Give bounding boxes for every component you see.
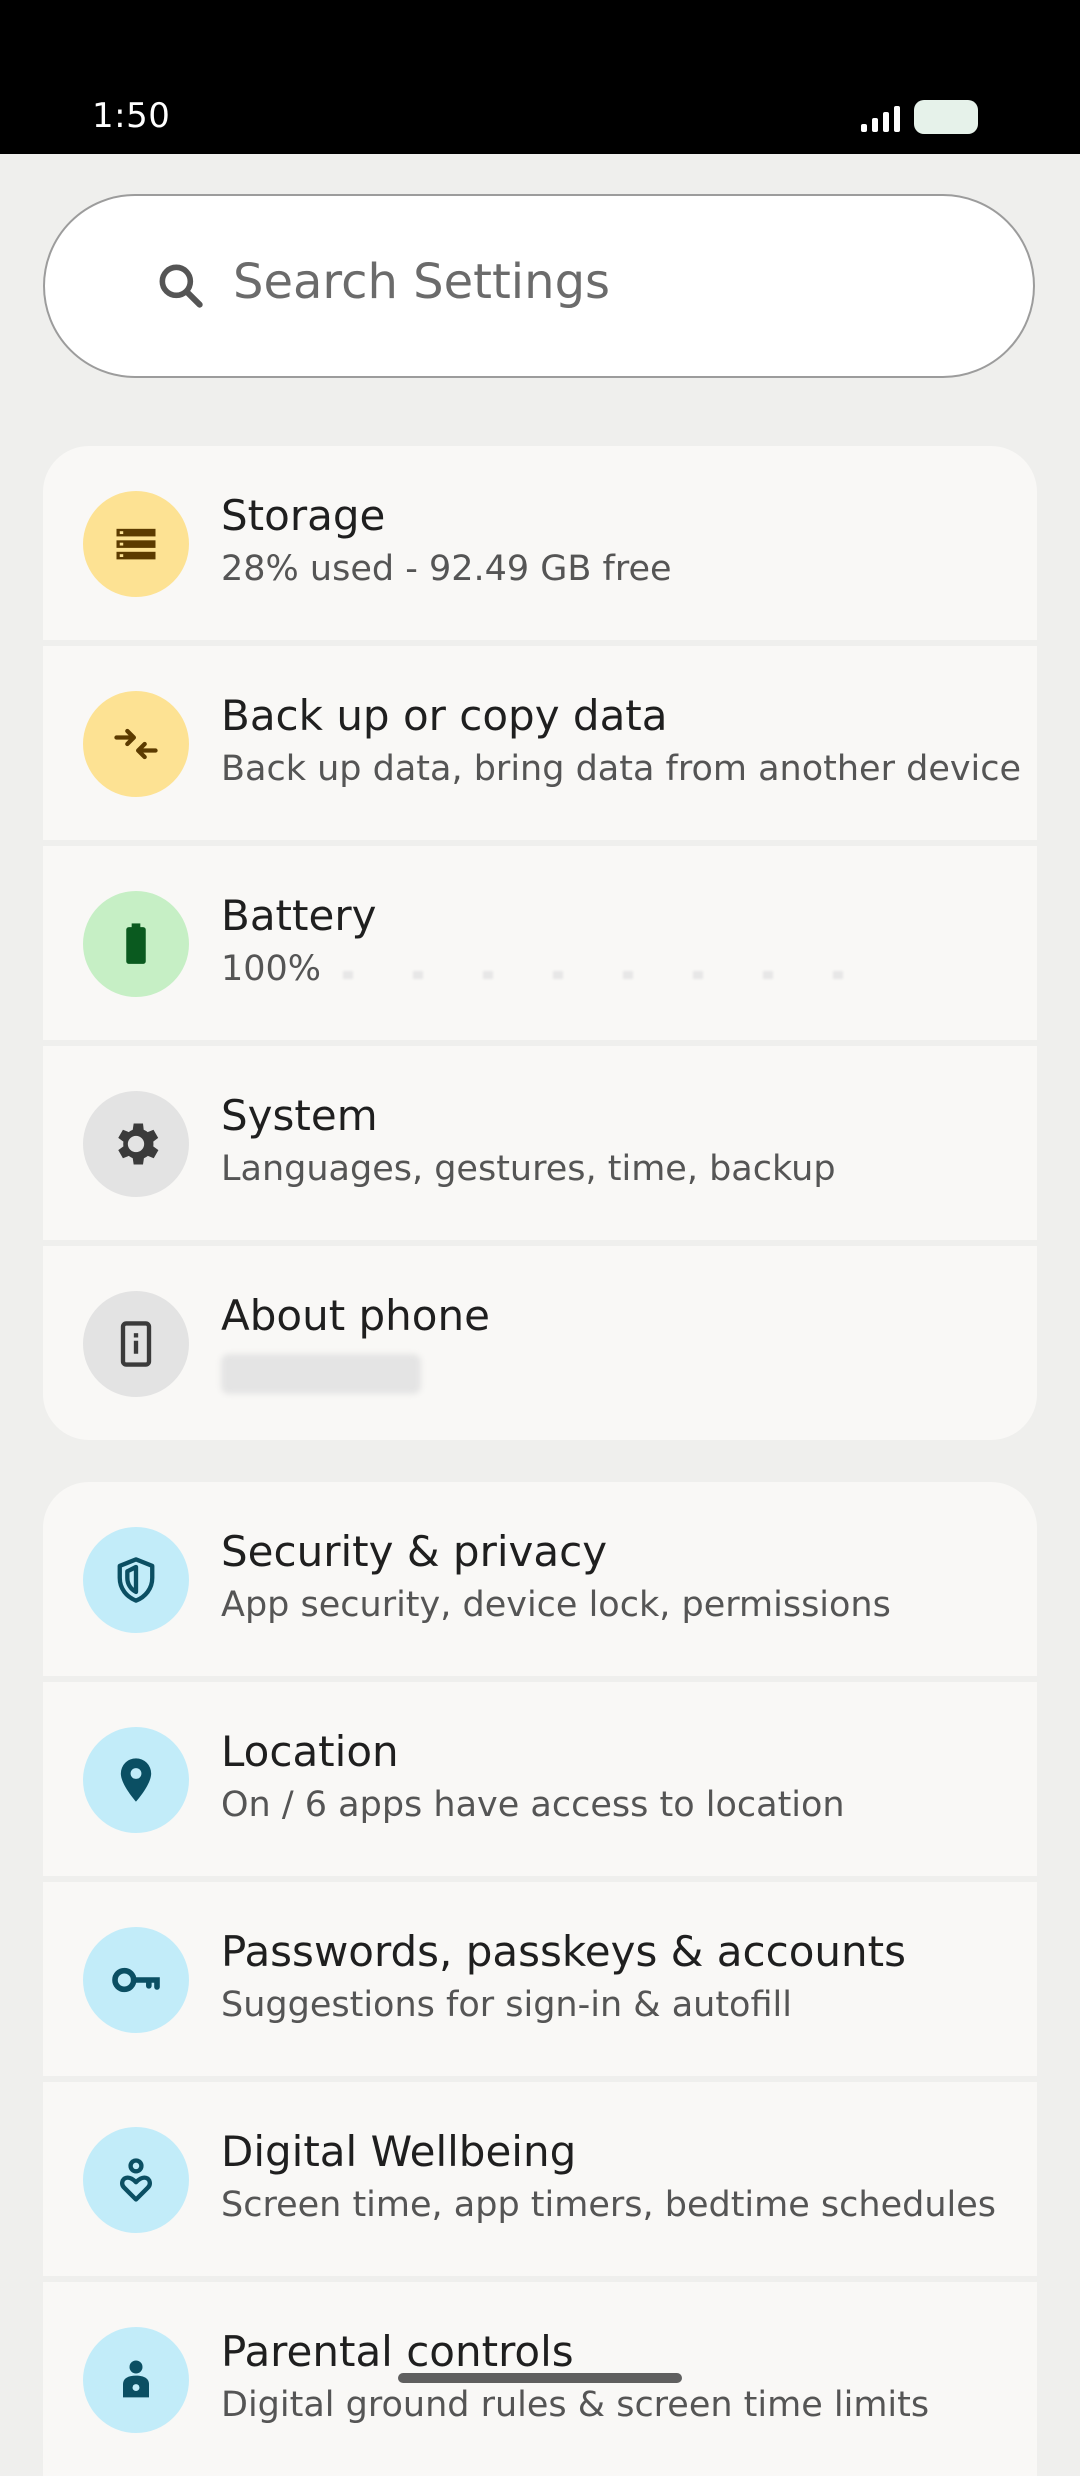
- wellbeing-icon: [83, 2127, 189, 2233]
- settings-item-system[interactable]: System Languages, gestures, time, backup: [43, 1046, 1037, 1240]
- item-subtitle: Suggestions for sign-in & autofill: [221, 1985, 792, 2025]
- shield-icon: [83, 1527, 189, 1633]
- status-icons: [861, 100, 978, 134]
- item-subtitle: Languages, gestures, time, backup: [221, 1149, 836, 1189]
- search-icon: [159, 264, 203, 308]
- redacted-model-name: [221, 1354, 421, 1394]
- item-title: Passwords, passkeys & accounts: [221, 1927, 906, 1976]
- battery-icon: [83, 891, 189, 997]
- key-icon: [83, 1927, 189, 2033]
- settings-item-backup[interactable]: Back up or copy data Back up data, bring…: [43, 646, 1037, 840]
- item-title: Storage: [221, 491, 386, 540]
- settings-item-passwords[interactable]: Passwords, passkeys & accounts Suggestio…: [43, 1882, 1037, 2076]
- settings-group-device: Storage 28% used - 92.49 GB free Back up…: [43, 446, 1037, 1440]
- item-subtitle: Digital ground rules & screen time limit…: [221, 2385, 930, 2425]
- status-time: 1:50: [92, 96, 171, 136]
- status-bar: 1:50: [0, 0, 1080, 154]
- home-indicator[interactable]: [398, 2373, 682, 2383]
- item-subtitle: Screen time, app timers, bedtime schedul…: [221, 2185, 996, 2225]
- signal-icon: [861, 102, 900, 132]
- redacted-text: [343, 971, 863, 979]
- storage-icon: [83, 491, 189, 597]
- item-title: Battery: [221, 891, 377, 940]
- item-subtitle: Back up data, bring data from another de…: [221, 749, 1022, 789]
- item-title: Back up or copy data: [221, 691, 668, 740]
- phone-info-icon: [83, 1291, 189, 1397]
- battery-status-icon: [914, 100, 978, 134]
- item-subtitle: 28% used - 92.49 GB free: [221, 549, 672, 589]
- settings-item-location[interactable]: Location On / 6 apps have access to loca…: [43, 1682, 1037, 1876]
- item-title: Parental controls: [221, 2327, 574, 2376]
- search-bar[interactable]: Search Settings: [43, 194, 1035, 378]
- swap-icon: [83, 691, 189, 797]
- item-subtitle: 100%: [221, 949, 322, 989]
- settings-item-digital-wellbeing[interactable]: Digital Wellbeing Screen time, app timer…: [43, 2082, 1037, 2276]
- item-title: Security & privacy: [221, 1527, 608, 1576]
- settings-item-storage[interactable]: Storage 28% used - 92.49 GB free: [43, 446, 1037, 640]
- search-placeholder: Search Settings: [233, 254, 611, 310]
- parental-icon: [83, 2327, 189, 2433]
- item-title: System: [221, 1091, 378, 1140]
- item-subtitle: App security, device lock, permissions: [221, 1585, 891, 1625]
- gear-icon: [83, 1091, 189, 1197]
- item-title: About phone: [221, 1291, 490, 1340]
- item-title: Location: [221, 1727, 399, 1776]
- item-title: Digital Wellbeing: [221, 2127, 577, 2176]
- item-subtitle: On / 6 apps have access to location: [221, 1785, 845, 1825]
- settings-item-about-phone[interactable]: About phone: [43, 1246, 1037, 1440]
- settings-item-security-privacy[interactable]: Security & privacy App security, device …: [43, 1482, 1037, 1676]
- location-pin-icon: [83, 1727, 189, 1833]
- settings-group-privacy: Security & privacy App security, device …: [43, 1482, 1037, 2476]
- settings-item-battery[interactable]: Battery 100%: [43, 846, 1037, 1040]
